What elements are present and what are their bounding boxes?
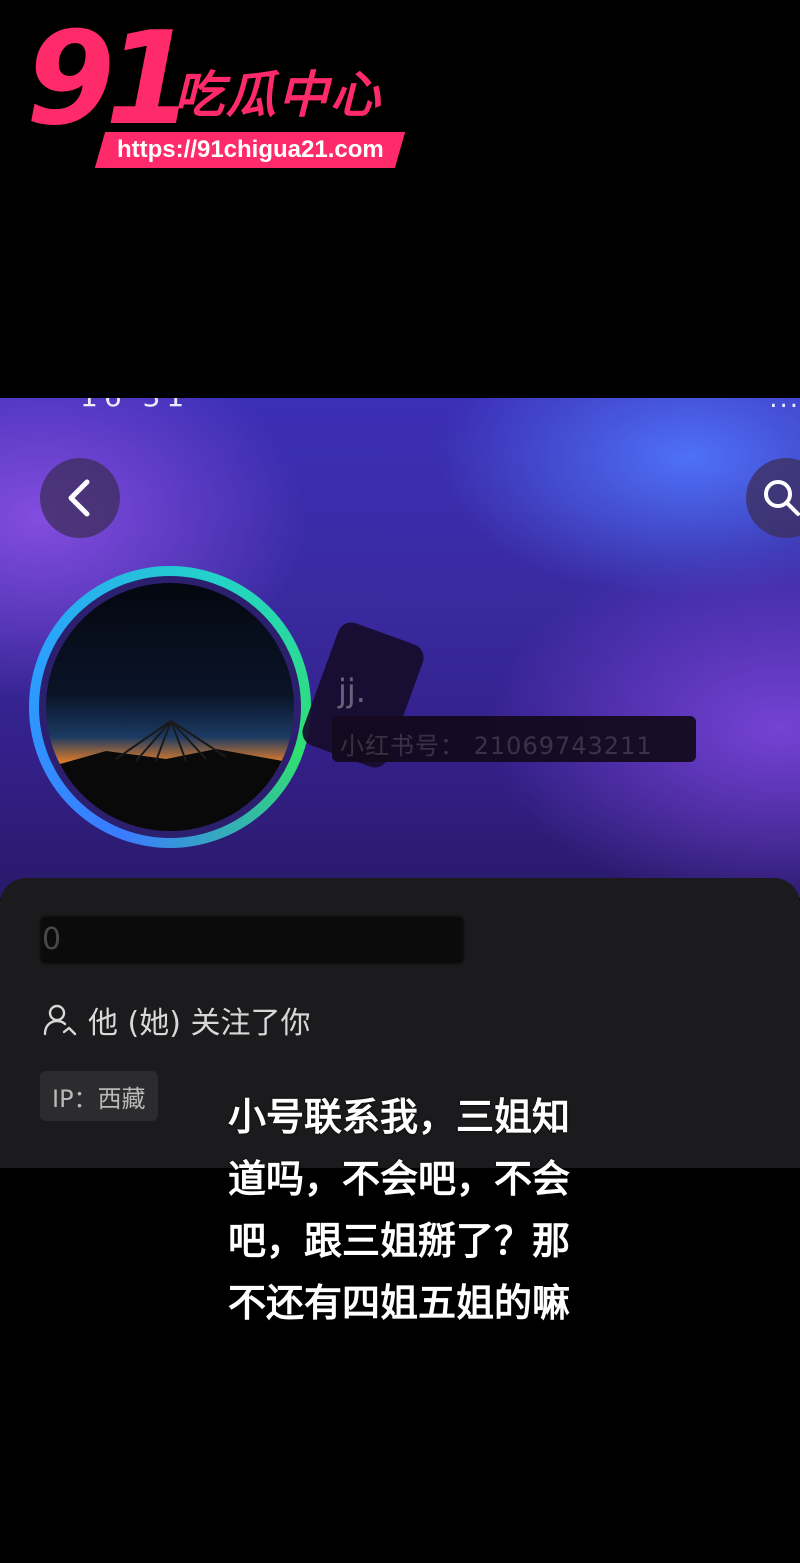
avatar[interactable] <box>29 566 311 848</box>
status-indicators: ... <box>769 398 800 414</box>
status-time: 16 31 <box>80 398 190 413</box>
caption-text: 小号联系我，三姐知 道吗，不会吧，不会 吧，跟三姐掰了？那 不还有四姐五姐的嘛 <box>228 1086 628 1334</box>
caption-line: 吧，跟三姐掰了？那 <box>228 1219 571 1263</box>
follow-status: 他 (她) 关注了你 <box>42 998 310 1042</box>
signature-redaction <box>40 916 464 964</box>
logo-number: 91 <box>26 5 194 154</box>
watermark-logo: 91 吃瓜中心 https://91chigua21.com <box>26 16 416 177</box>
profile-id-value: 21069743211 <box>473 732 653 760</box>
ip-label: IP： <box>52 1084 98 1113</box>
profile-signature: 0 <box>42 922 62 957</box>
search-icon <box>764 480 800 516</box>
user-follow-icon <box>43 1004 77 1036</box>
chevron-left-icon <box>68 479 90 517</box>
ip-value: 西藏 <box>97 1084 146 1113</box>
logo-name: 吃瓜中心 <box>174 66 382 124</box>
avatar-landscape <box>46 720 294 831</box>
profile-screenshot: 16 31 ... <box>0 398 800 1168</box>
profile-id-label: 小红书号 <box>340 732 440 760</box>
avatar-photo <box>46 583 294 831</box>
caption-line: 道吗，不会吧，不会 <box>228 1157 571 1201</box>
back-button[interactable] <box>40 458 120 538</box>
caption-line: 不还有四姐五姐的嘛 <box>228 1281 571 1325</box>
logo-url-banner: https://91chigua21.com <box>94 132 406 168</box>
ip-location-chip: IP： 西藏 <box>40 1071 158 1121</box>
logo-url: https://91chigua21.com <box>116 136 384 163</box>
caption-line: 小号联系我，三姐知 <box>228 1095 571 1139</box>
follow-status-text: 他 (她) 关注了你 <box>88 1006 311 1041</box>
profile-id-row: 小红书号： 21069743211 <box>340 732 653 760</box>
profile-name: jj. <box>338 672 366 710</box>
